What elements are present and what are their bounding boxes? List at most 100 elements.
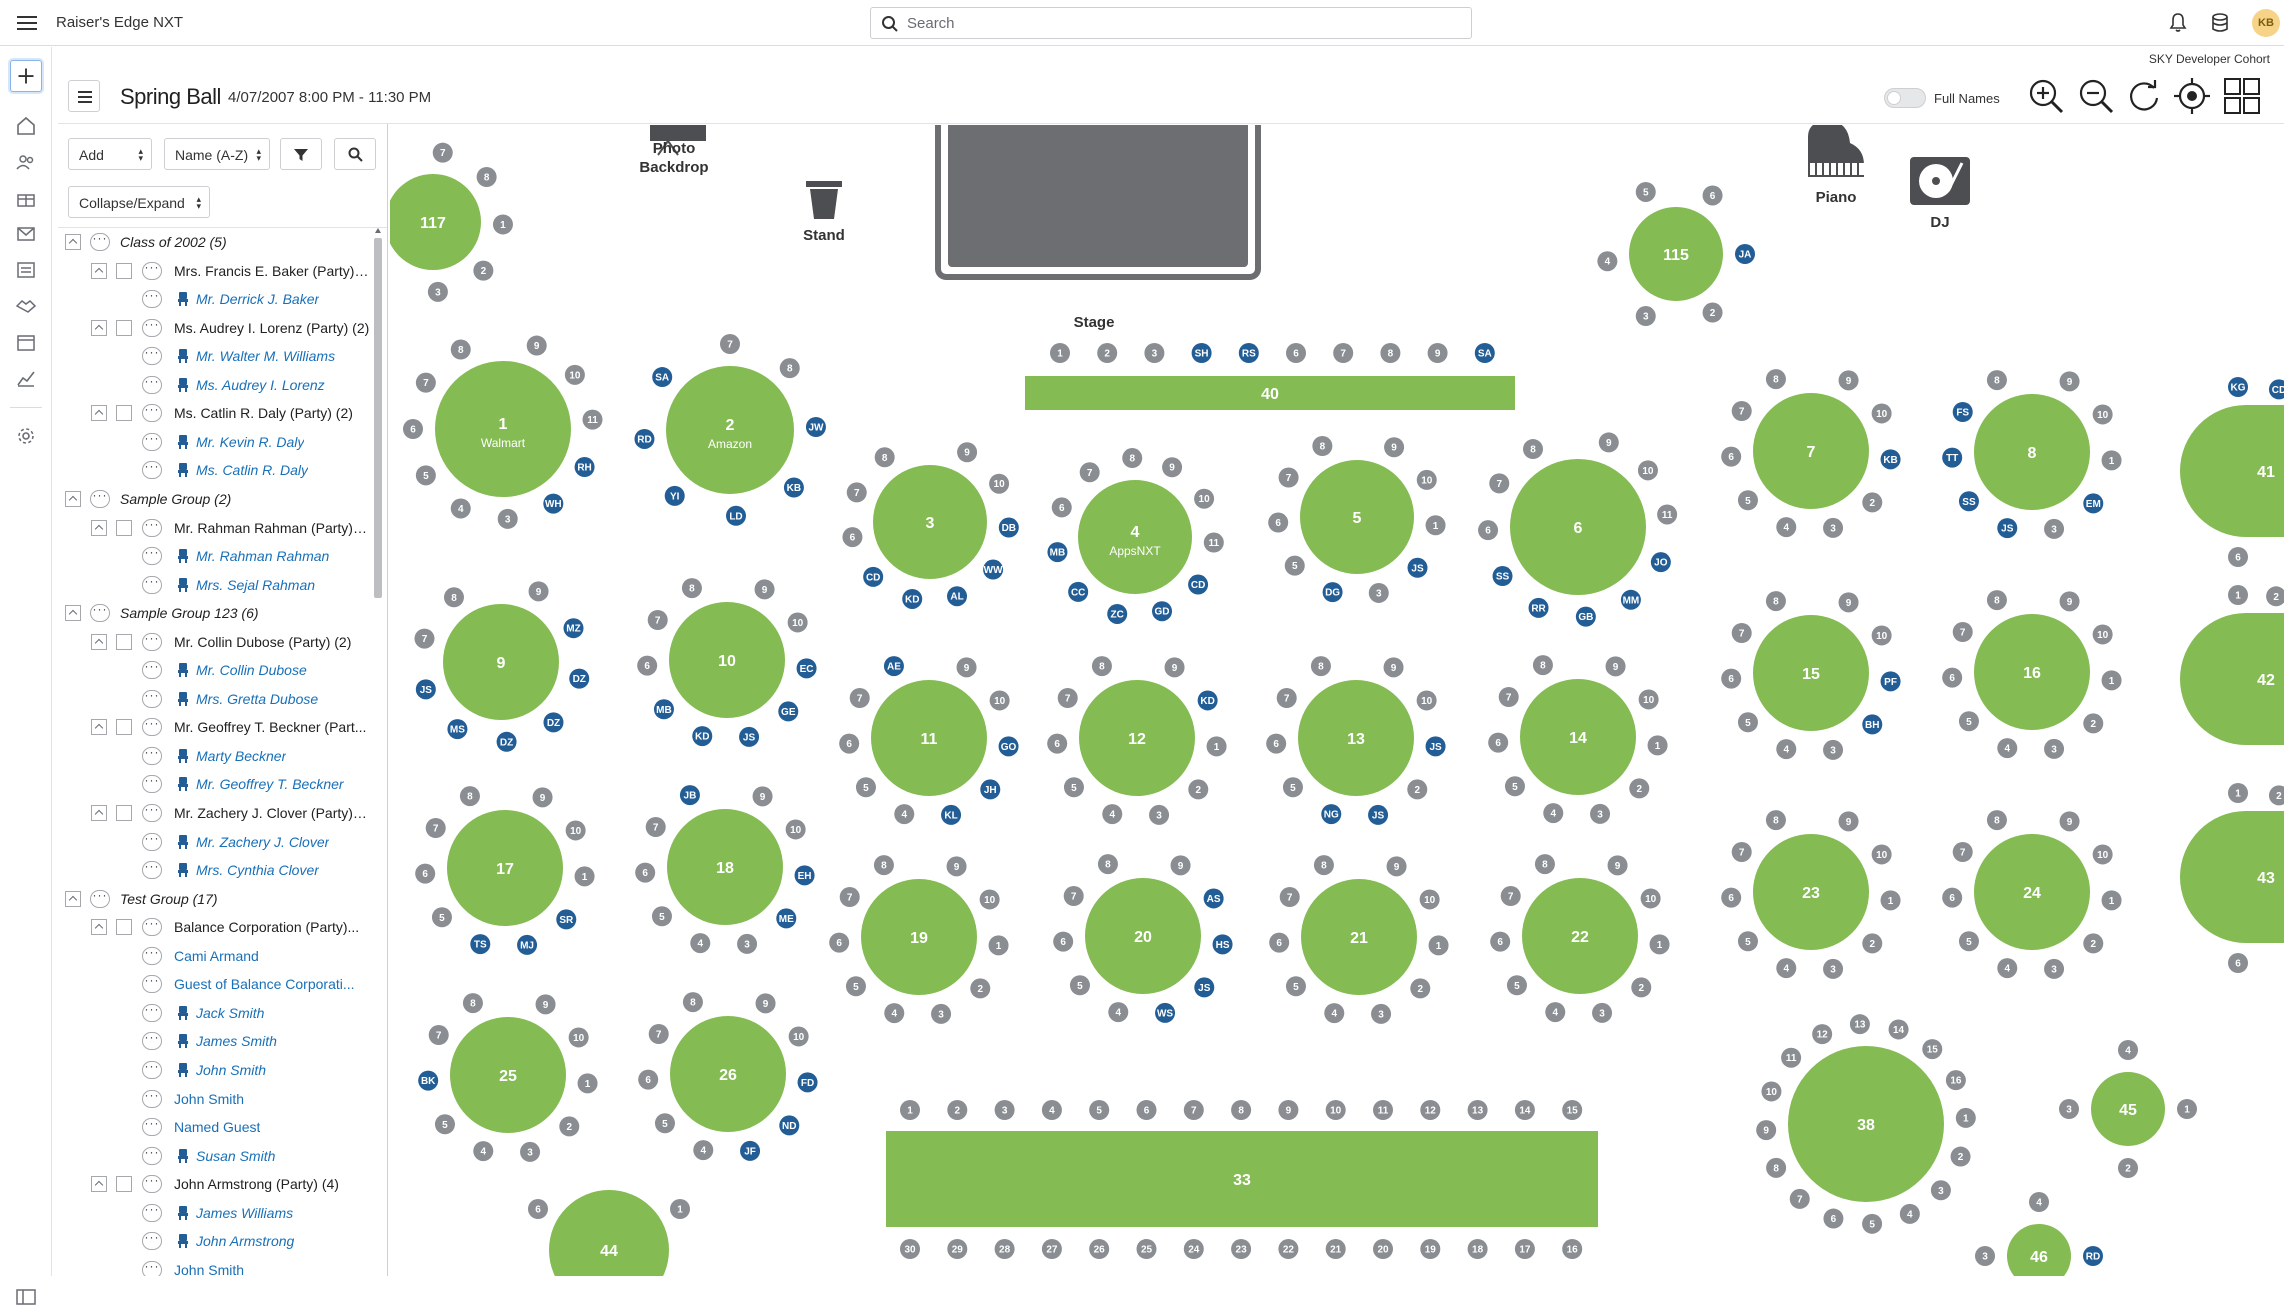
seat[interactable]: 13 (1849, 1014, 1870, 1035)
seat[interactable]: 5 (1737, 490, 1758, 511)
seat[interactable]: 7 (1063, 886, 1084, 906)
seat[interactable]: AL (947, 586, 968, 607)
home-icon[interactable] (15, 115, 37, 137)
seat[interactable]: YI (664, 485, 685, 506)
more-options-button[interactable]: ··· (142, 1203, 162, 1222)
seat[interactable]: 6 (1136, 1100, 1157, 1120)
seat[interactable]: 6 (1702, 185, 1723, 206)
seat[interactable]: RR (1528, 597, 1549, 618)
more-options-button[interactable]: ··· (142, 1146, 162, 1165)
seat[interactable]: 3 (931, 1003, 952, 1024)
seat[interactable]: 8 (1766, 1157, 1787, 1178)
analytics-icon[interactable] (15, 367, 37, 389)
seat[interactable]: 2 (473, 260, 494, 281)
seat[interactable]: 2 (1410, 978, 1431, 999)
seat[interactable]: SA (652, 367, 673, 388)
seat[interactable]: 2 (1702, 302, 1723, 323)
more-options-button[interactable]: ··· (142, 1003, 162, 1022)
seat[interactable]: 5 (651, 906, 672, 927)
table-9[interactable]: 9 MZ DZ DZ DZ MS JS 7 8 9 (414, 581, 590, 752)
stage[interactable]: Stage (935, 125, 1261, 331)
add-dropdown[interactable]: Add ▴ ▾ (68, 138, 152, 170)
tree-row-guest[interactable]: ··· Mr. Derrick J. Baker (58, 285, 370, 313)
more-options-button[interactable]: ··· (142, 1231, 162, 1251)
more-options-button[interactable]: ··· (142, 460, 162, 480)
collapse-toggle[interactable] (65, 605, 81, 622)
seat[interactable]: 5 (1282, 777, 1303, 798)
seat[interactable]: 7 (1279, 887, 1300, 907)
seat[interactable]: WS (1155, 1002, 1176, 1023)
add-icon[interactable] (10, 60, 42, 92)
tree-scrollbar[interactable] (374, 228, 382, 608)
tree-row-guest[interactable]: ··· Jack Smith (58, 999, 370, 1027)
seat[interactable]: 9 (1427, 343, 1448, 363)
seat[interactable]: 1 (2177, 1099, 2197, 1119)
gift-icon[interactable] (15, 187, 37, 209)
seat[interactable]: 7 (1333, 343, 1354, 363)
tree-row-party[interactable]: ··· John Armstrong (Party) (4) (58, 1170, 370, 1198)
seat[interactable]: MS (447, 719, 468, 740)
more-options-button[interactable]: ··· (90, 603, 110, 623)
seat[interactable]: 3 (994, 1100, 1015, 1120)
tree-row-guest[interactable]: ··· Guest of Balance Corporati... (58, 970, 370, 998)
photo-backdrop[interactable]: Photo Backdrop (639, 125, 709, 176)
seat[interactable]: 3 (2059, 1099, 2079, 1119)
table-20[interactable]: 9 AS HS JS WS 4 5 6 7 8 20 (1053, 854, 1233, 1023)
stand[interactable]: Stand (803, 181, 845, 244)
seat[interactable]: 4 (884, 1003, 905, 1024)
seat[interactable]: SS (1958, 491, 1979, 512)
seat[interactable]: 9 (535, 994, 556, 1015)
seat[interactable]: 8 (681, 578, 702, 599)
tree-row-guest[interactable]: ··· Ms. Catlin R. Daly (58, 456, 370, 484)
seat[interactable]: 10 (1416, 469, 1437, 490)
seat[interactable]: 4 (1776, 958, 1797, 979)
seat[interactable]: 4 (1597, 251, 1618, 272)
collapse-toggle[interactable] (91, 262, 107, 279)
search-box[interactable] (870, 7, 1472, 39)
seat[interactable]: 9 (1278, 1100, 1299, 1120)
tree-row-guest[interactable]: ··· Mrs. Cynthia Clover (58, 856, 370, 884)
seat[interactable]: 7 (720, 334, 740, 354)
table-117[interactable]: 7 8 1 2 3 117 (390, 142, 513, 302)
seat[interactable]: 10 (785, 819, 806, 840)
seat[interactable]: 3 (2044, 958, 2065, 979)
seat[interactable]: 8 (1231, 1100, 1252, 1120)
table-5[interactable]: 9 10 1 JS 3 DG 5 6 7 8 5 (1268, 435, 1446, 603)
seat[interactable]: 15 (1922, 1039, 1943, 1060)
tree-row-guest[interactable]: ··· Mr. Kevin R. Daly (58, 428, 370, 456)
collapse-toggle[interactable] (91, 319, 107, 336)
tree-row-party[interactable]: ··· Ms. Catlin R. Daly (Party) (2) (58, 399, 370, 427)
table-14[interactable]: 9 10 1 2 3 4 5 6 7 8 14 (1488, 655, 1668, 824)
table-33[interactable]: 1 2 3 4 5 6 7 8 9 10 11 12 13 14 1530 29 28 27 26 25 24 23 22 2… (886, 1100, 1598, 1259)
seat[interactable]: 6 (1942, 887, 1963, 908)
seat[interactable]: 9 (1383, 657, 1404, 678)
seat[interactable]: 7 (645, 817, 666, 837)
tree-row-guest[interactable]: ··· Mrs. Sejal Rahman (58, 571, 370, 599)
table-42[interactable]: 12AC1642 (2180, 585, 2284, 745)
tree-row-guest[interactable]: ··· James Williams (58, 1199, 370, 1227)
seat[interactable]: 10 (1871, 844, 1892, 865)
tree-row-guest[interactable]: ··· Mrs. Gretta Dubose (58, 685, 370, 713)
seat[interactable]: 2 (2118, 1158, 2138, 1178)
seat[interactable]: MM (1620, 589, 1641, 610)
seat[interactable]: 28 (994, 1239, 1015, 1259)
seat[interactable]: 10 (1871, 403, 1892, 424)
seat[interactable]: 6 (1823, 1208, 1844, 1229)
party-checkbox[interactable] (116, 319, 132, 336)
seat[interactable]: 8 (1986, 370, 2007, 391)
seat[interactable]: 4 (1324, 1003, 1345, 1024)
seat[interactable]: 4 (1041, 1100, 1062, 1120)
seat[interactable]: 16 (1562, 1239, 1583, 1259)
seat[interactable]: JS (739, 726, 760, 747)
seat[interactable]: 1 (1955, 1107, 1976, 1128)
more-options-button[interactable]: ··· (90, 232, 110, 251)
seat[interactable]: ND (779, 1115, 800, 1136)
seat[interactable]: NG (1321, 804, 1342, 825)
seat[interactable]: 6 (403, 419, 423, 439)
seat[interactable]: 3 (1592, 1002, 1613, 1023)
seat[interactable]: 8 (1765, 810, 1786, 831)
seat[interactable]: 5 (1737, 931, 1758, 952)
seat[interactable]: 6 (1721, 668, 1742, 689)
tree-row-guest[interactable]: ··· John Smith (58, 1256, 370, 1276)
list-icon[interactable] (15, 259, 37, 281)
